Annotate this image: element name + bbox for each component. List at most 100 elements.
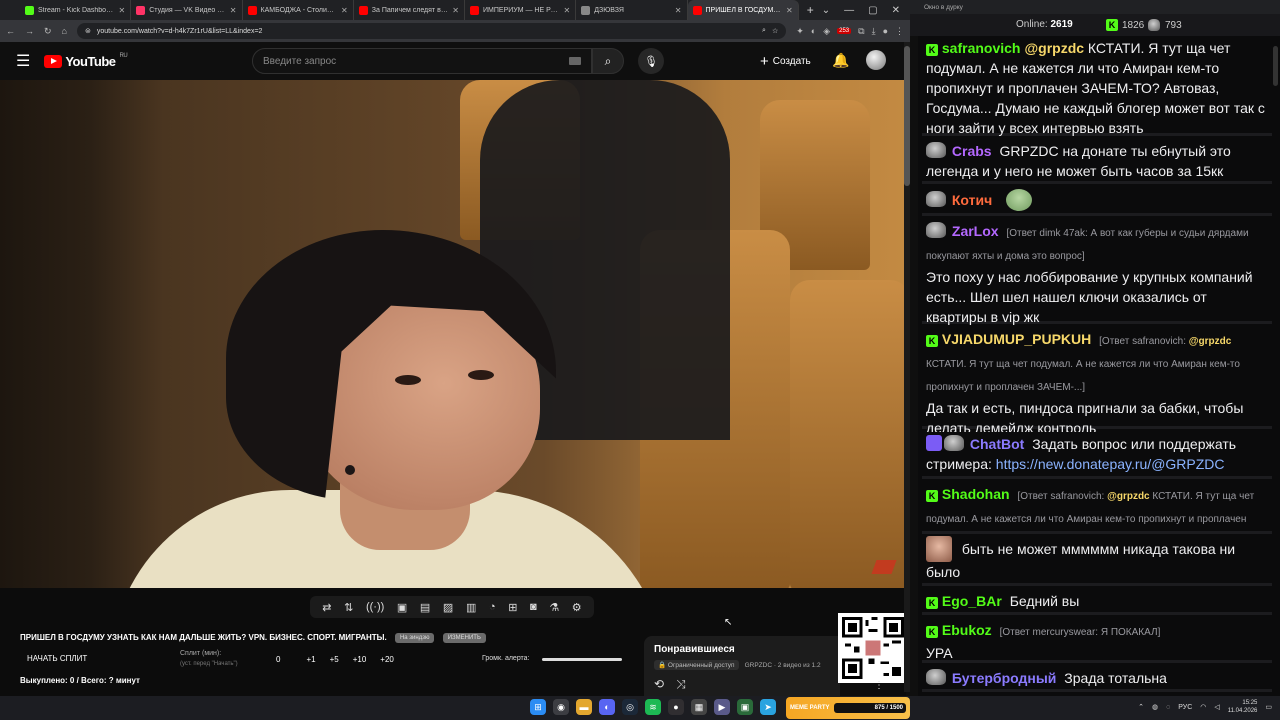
split-add-button[interactable]: +10: [353, 655, 367, 664]
kebab-menu-icon[interactable]: ⋮: [895, 26, 904, 37]
sort-icon[interactable]: ⇅: [344, 601, 353, 614]
language-indicator[interactable]: РУС: [1178, 704, 1192, 711]
broadcast-icon[interactable]: ((·)): [366, 601, 384, 613]
more-options-icon[interactable]: ⋮: [874, 680, 884, 691]
notifications-bell-icon[interactable]: 🔔: [832, 52, 849, 69]
playlist-title[interactable]: Понравившиеся: [654, 644, 830, 655]
url-field[interactable]: ⊜ youtube.com/watch?v=d-h4k7Zr1rU&list=L…: [76, 23, 787, 39]
hamburger-menu-icon[interactable]: ☰: [16, 51, 30, 71]
keyboard-icon[interactable]: [569, 57, 581, 65]
minimize-icon[interactable]: —: [844, 5, 854, 16]
clapper-icon[interactable]: ▤: [420, 601, 430, 614]
chat-username[interactable]: Котич: [952, 192, 992, 208]
tray-chevron-icon[interactable]: ⌃: [1138, 703, 1144, 711]
chat-username[interactable]: Ebukoz: [942, 622, 992, 638]
browser-tab-cambodia[interactable]: КАМБОДЖА - Столица Ми✕: [243, 0, 354, 20]
scrollbar-thumb[interactable]: [904, 46, 910, 186]
app-icon[interactable]: ▣: [737, 699, 753, 715]
scrollbar-thumb[interactable]: [1273, 46, 1278, 86]
close-tab-icon[interactable]: ✕: [675, 6, 682, 15]
system-clock[interactable]: 15:25 11.04.2026: [1228, 699, 1258, 715]
close-tab-icon[interactable]: ✕: [341, 6, 348, 15]
chat-mention[interactable]: @grpzdc: [1024, 40, 1084, 56]
browser-tab-imperium[interactable]: ИМПЕРИУМ — НЕ РОССИЯ✕: [465, 0, 577, 20]
close-tab-icon[interactable]: ✕: [564, 6, 571, 15]
chat-username[interactable]: Shadohan: [942, 486, 1010, 502]
close-tab-icon[interactable]: ✕: [786, 6, 793, 15]
loop-playlist-icon[interactable]: ⟲: [654, 677, 664, 692]
new-tab-icon[interactable]: +: [799, 3, 822, 17]
wifi-icon[interactable]: ◠: [1200, 703, 1206, 711]
chat-username[interactable]: Crabs: [952, 143, 992, 159]
spotify-icon[interactable]: ≋: [645, 699, 661, 715]
browser-tab-gosduma[interactable]: ПРИШЕЛ В ГОСДУМУ У ✕: [687, 0, 799, 20]
chat-username[interactable]: ZarLox: [952, 223, 999, 239]
search-input[interactable]: Введите запрос: [252, 48, 592, 74]
split-add-button[interactable]: +5: [330, 655, 339, 664]
zoom-icon[interactable]: ⌕: [762, 27, 766, 35]
obs-icon[interactable]: ●: [668, 699, 684, 715]
meme-party-widget[interactable]: MEME PARTY 875 / 1500: [786, 697, 910, 719]
steam-icon[interactable]: ◎: [622, 699, 638, 715]
volume-icon[interactable]: ◁: [1214, 703, 1219, 711]
browser-tab-vk[interactable]: Студия — VK Видео Live ✕: [131, 0, 243, 20]
extension-badge[interactable]: 253: [837, 28, 852, 34]
tray-app-icon[interactable]: ◌: [1166, 704, 1170, 711]
forward-icon[interactable]: →: [25, 26, 34, 36]
windows-start-icon[interactable]: ⊞: [530, 699, 546, 715]
app-icon[interactable]: ▶: [714, 699, 730, 715]
chat-username[interactable]: safranovich: [942, 40, 1021, 56]
close-tab-icon[interactable]: ✕: [119, 6, 126, 15]
chat-username[interactable]: Бутербродный: [952, 670, 1057, 686]
camera-icon[interactable]: ▣: [397, 601, 407, 614]
download-icon[interactable]: ⤓: [872, 26, 876, 37]
reload-icon[interactable]: ↻: [44, 26, 52, 37]
chevron-down-icon[interactable]: ⌄: [822, 5, 830, 16]
chat-username[interactable]: Ego_BAr: [942, 593, 1002, 609]
browser-tab-dzyuvzya[interactable]: ДЗЮВЗЯ ✕: [576, 0, 688, 20]
browser-tab-papich[interactable]: За Папичем следят в реал✕: [354, 0, 465, 20]
site-info-icon[interactable]: ⊜: [85, 27, 91, 35]
split-add-button[interactable]: +1: [306, 655, 315, 664]
speed-icon[interactable]: ◔: [489, 601, 496, 613]
star-icon[interactable]: ☆: [772, 27, 778, 35]
video-player[interactable]: [0, 80, 906, 588]
close-tab-icon[interactable]: ✕: [230, 6, 237, 15]
maximize-icon[interactable]: ▢: [868, 5, 877, 16]
screenshot-icon[interactable]: ◙: [530, 601, 537, 613]
back-icon[interactable]: ←: [6, 26, 15, 36]
start-split-button[interactable]: НАЧАТЬ СПЛИТ: [27, 654, 87, 663]
close-window-icon[interactable]: ✕: [892, 5, 900, 16]
extension-icon[interactable]: ✦: [796, 26, 804, 37]
extension-icon[interactable]: ◐: [811, 26, 816, 36]
extension-icon[interactable]: ◈: [823, 26, 830, 37]
notification-icon[interactable]: ▭: [1265, 703, 1272, 711]
account-avatar[interactable]: [866, 50, 886, 70]
shuffle-icon[interactable]: ⤨: [676, 677, 686, 692]
edit-chip[interactable]: ИЗМЕНИТЬ: [442, 633, 486, 643]
telegram-icon[interactable]: ➤: [760, 699, 776, 715]
gear-icon[interactable]: ⚙: [572, 601, 582, 614]
voice-search-button[interactable]: 🎙: [638, 48, 664, 74]
tray-app-icon[interactable]: ◍: [1152, 703, 1158, 711]
app-icon[interactable]: ▦: [691, 699, 707, 715]
donate-link[interactable]: https://new.donatepay.ru/@GRPZDC: [996, 456, 1225, 472]
loop-icon[interactable]: ⇄: [322, 601, 331, 614]
chrome-icon[interactable]: ◉: [553, 699, 569, 715]
search-button[interactable]: ⌕: [592, 48, 624, 74]
chat-username[interactable]: ChatBot: [970, 436, 1024, 452]
youtube-logo[interactable]: YouTube RU: [44, 53, 128, 69]
split-add-button[interactable]: +20: [380, 655, 394, 664]
puzzle-icon[interactable]: ⧉: [858, 26, 864, 37]
status-chip[interactable]: На зиндзю: [394, 633, 435, 643]
close-tab-icon[interactable]: ✕: [452, 6, 459, 15]
discord-icon[interactable]: ◐: [599, 699, 615, 715]
add-clip-icon[interactable]: ⊞: [508, 601, 517, 614]
chat-username[interactable]: VJIADUMUP_PUPKUH: [942, 331, 1091, 347]
page-scrollbar[interactable]: [904, 42, 910, 692]
create-button[interactable]: + Создать: [754, 51, 817, 71]
picture-icon[interactable]: ▨: [443, 601, 453, 614]
home-icon[interactable]: ⌂: [62, 26, 67, 36]
profile-icon[interactable]: ●: [883, 26, 888, 36]
chat-feed[interactable]: K safranovich @grpzdc КСТАТИ. Я тут ща че…: [918, 36, 1274, 720]
